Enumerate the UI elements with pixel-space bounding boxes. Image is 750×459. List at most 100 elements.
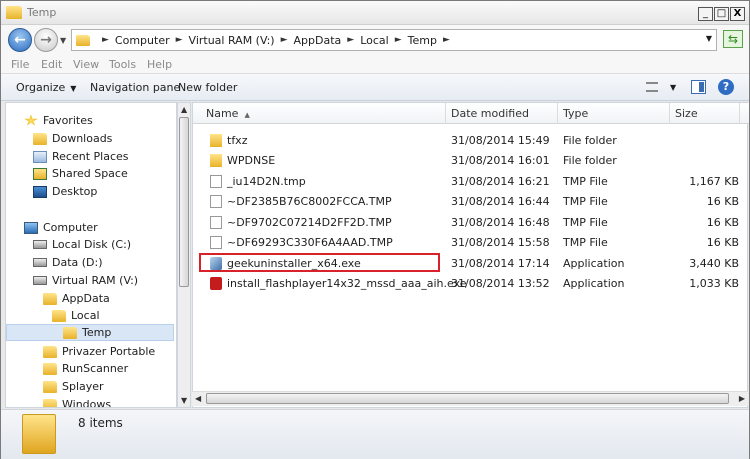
menu-edit[interactable]: Edit xyxy=(41,58,62,71)
sidebar-item-favorites[interactable]: Favorites xyxy=(24,112,93,129)
file-date: 31/08/2014 15:49 xyxy=(451,134,550,147)
file-date: 31/08/2014 16:44 xyxy=(451,195,550,208)
column-header-name[interactable]: Name ▲ xyxy=(193,103,446,124)
scroll-right-icon[interactable]: ▶ xyxy=(739,394,745,403)
shared-folder-icon xyxy=(33,167,47,180)
folder-icon xyxy=(43,380,57,393)
desktop-icon xyxy=(33,185,47,198)
file-size: 16 KB xyxy=(706,195,739,208)
breadcrumb-item[interactable]: Local xyxy=(360,34,389,47)
file-date: 31/08/2014 16:01 xyxy=(451,154,550,167)
menu-file[interactable]: File xyxy=(11,58,29,71)
sidebar-item-local-disk[interactable]: Local Disk (C:) xyxy=(33,236,131,253)
menu-help[interactable]: Help xyxy=(147,58,172,71)
menu-view[interactable]: View xyxy=(73,58,99,71)
sidebar-item-shared-space[interactable]: Shared Space xyxy=(33,165,128,182)
computer-icon xyxy=(24,221,38,234)
sidebar-item-windows[interactable]: Windows xyxy=(43,396,111,407)
scrollbar-thumb[interactable] xyxy=(179,117,189,287)
file-date: 31/08/2014 16:21 xyxy=(451,175,550,188)
file-type: TMP File xyxy=(563,236,608,249)
address-dropdown-icon[interactable]: ▼ xyxy=(706,34,712,43)
details-pane: 8 items xyxy=(1,409,749,459)
horizontal-scrollbar[interactable]: ◀ ▶ xyxy=(192,391,748,406)
change-view-icon[interactable] xyxy=(646,82,658,92)
sidebar-item-data-drive[interactable]: Data (D:) xyxy=(33,254,103,271)
breadcrumb-item[interactable]: AppData xyxy=(294,34,342,47)
sidebar-item-local[interactable]: Local xyxy=(52,307,100,324)
sidebar-item-computer[interactable]: Computer xyxy=(24,219,98,236)
sidebar-item-appdata[interactable]: AppData xyxy=(43,290,110,307)
file-name: install_flashplayer14x32_mssd_aaa_aih.ex… xyxy=(227,277,467,290)
sidebar-item-recent-places[interactable]: Recent Places xyxy=(33,148,129,165)
chevron-down-icon: ▼ xyxy=(70,84,77,93)
file-row[interactable]: ~DF69293C330F6A4AAD.TMP 31/08/2014 15:58… xyxy=(193,233,749,253)
forward-button[interactable]: → xyxy=(34,28,58,52)
breadcrumb-item[interactable]: Computer xyxy=(115,34,170,47)
file-type: Application xyxy=(563,257,625,270)
breadcrumb: ► Computer ► Virtual RAM (V:) ► AppData … xyxy=(102,33,450,47)
recent-pages-dropdown[interactable]: ▼ xyxy=(60,36,66,45)
file-size: 1,167 KB xyxy=(689,175,739,188)
file-type: TMP File xyxy=(563,175,608,188)
folder-icon xyxy=(210,154,222,167)
scrollbar-thumb[interactable] xyxy=(206,393,729,404)
file-size: 3,440 KB xyxy=(689,257,739,270)
drive-icon xyxy=(33,258,47,267)
sidebar-item-privazer[interactable]: Privazer Portable xyxy=(43,343,155,360)
menu-tools[interactable]: Tools xyxy=(109,58,136,71)
file-icon xyxy=(210,216,222,229)
flash-installer-icon xyxy=(210,277,222,290)
refresh-button[interactable]: ⇆ xyxy=(723,30,743,48)
column-header-size[interactable]: Size xyxy=(670,103,740,124)
help-button[interactable]: ? xyxy=(718,79,734,95)
navigation-pane: Favorites Downloads Recent Places Shared… xyxy=(5,102,177,408)
scroll-up-icon[interactable]: ▲ xyxy=(181,105,187,114)
sidebar-item-desktop[interactable]: Desktop xyxy=(33,183,97,200)
new-folder-button[interactable]: New folder xyxy=(178,81,237,94)
file-type: File folder xyxy=(563,134,617,147)
scroll-down-icon[interactable]: ▼ xyxy=(181,396,187,405)
file-row[interactable]: tfxz 31/08/2014 15:49 File folder xyxy=(193,131,749,151)
recent-places-icon xyxy=(33,150,47,163)
sidebar-item-temp[interactable]: Temp xyxy=(6,324,174,341)
scroll-left-icon[interactable]: ◀ xyxy=(195,394,201,403)
sidebar-item-splayer[interactable]: Splayer xyxy=(43,378,104,395)
file-type: Application xyxy=(563,277,625,290)
file-row[interactable]: install_flashplayer14x32_mssd_aaa_aih.ex… xyxy=(193,274,749,294)
preview-pane-button[interactable] xyxy=(691,80,706,94)
organize-label: Organize xyxy=(16,81,66,94)
breadcrumb-item[interactable]: Virtual RAM (V:) xyxy=(189,34,275,47)
sidebar-item-virtual-ram[interactable]: Virtual RAM (V:) xyxy=(33,272,138,289)
address-bar[interactable]: ► Computer ► Virtual RAM (V:) ► AppData … xyxy=(71,29,717,51)
folder-icon xyxy=(63,326,77,339)
command-bar: Organize ▼ Navigation pane New folder ▼ ? xyxy=(1,74,749,101)
sidebar-item-downloads[interactable]: Downloads xyxy=(33,130,112,147)
column-header-date[interactable]: Date modified xyxy=(446,103,558,124)
file-date: 31/08/2014 16:48 xyxy=(451,216,550,229)
file-date: 31/08/2014 13:52 xyxy=(451,277,550,290)
nav-pane-scrollbar[interactable]: ▲ ▼ xyxy=(177,102,191,408)
star-icon xyxy=(24,114,38,126)
file-row[interactable]: WPDNSE 31/08/2014 16:01 File folder xyxy=(193,151,749,171)
folder-icon xyxy=(76,34,90,46)
drive-icon xyxy=(33,276,47,285)
organize-button[interactable]: Organize ▼ xyxy=(16,81,76,94)
navigation-pane-button[interactable]: Navigation pane xyxy=(90,81,180,94)
minimize-button[interactable]: _ xyxy=(698,7,713,21)
file-row[interactable]: ~DF2385B76C8002FCCA.TMP 31/08/2014 16:44… xyxy=(193,192,749,212)
view-options-dropdown[interactable]: ▼ xyxy=(670,83,676,92)
file-name: ~DF2385B76C8002FCCA.TMP xyxy=(227,195,392,208)
file-date: 31/08/2014 15:58 xyxy=(451,236,550,249)
column-header-type[interactable]: Type xyxy=(558,103,670,124)
close-button[interactable]: X xyxy=(730,7,745,21)
file-row[interactable]: _iu14D2N.tmp 31/08/2014 16:21 TMP File 1… xyxy=(193,172,749,192)
file-row[interactable]: ~DF9702C07214D2FF2D.TMP 31/08/2014 16:48… xyxy=(193,213,749,233)
file-date: 31/08/2014 17:14 xyxy=(451,257,550,270)
folder-icon xyxy=(43,362,57,375)
maximize-button[interactable]: □ xyxy=(714,7,729,21)
sidebar-item-runscanner[interactable]: RunScanner xyxy=(43,360,128,377)
back-button[interactable]: ← xyxy=(8,28,32,52)
navigation-bar: ← → ▼ ► Computer ► Virtual RAM (V:) ► Ap… xyxy=(1,25,749,55)
breadcrumb-item[interactable]: Temp xyxy=(408,34,437,47)
